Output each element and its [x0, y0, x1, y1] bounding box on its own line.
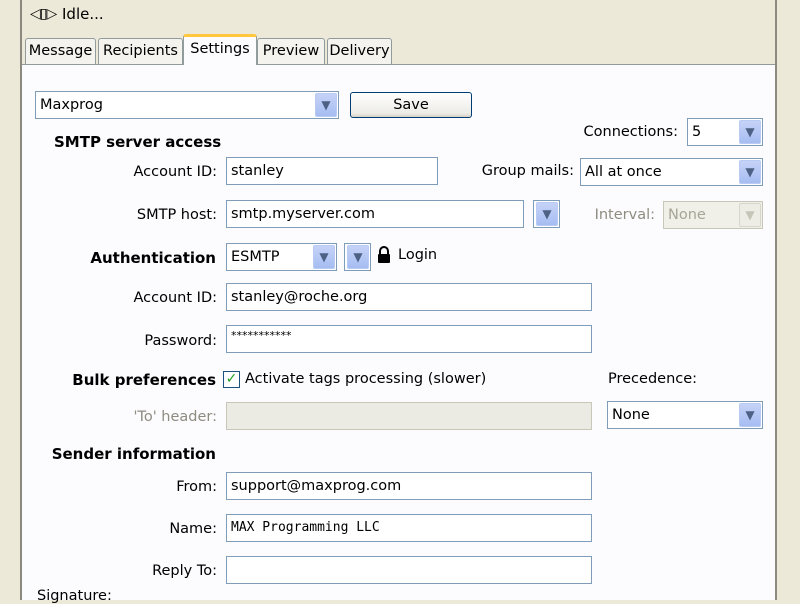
bulk-heading: Bulk preferences [72, 371, 216, 389]
plug-icon: ◁▯▷ [30, 6, 57, 22]
chevron-down-icon[interactable]: ▼ [739, 160, 761, 184]
status-bar [0, 0, 800, 30]
reply-to-field[interactable] [226, 556, 592, 584]
group-mails-label: Group mails: [481, 163, 574, 179]
precedence-label: Precedence: [608, 371, 698, 387]
tab-preview[interactable]: Preview [257, 38, 325, 64]
from-field[interactable]: support@maxprog.com [226, 472, 592, 500]
chevron-down-icon[interactable]: ▼ [347, 245, 369, 269]
interval-label: Interval: [594, 207, 655, 223]
activate-tags-label[interactable]: Activate tags processing (slower) [245, 371, 486, 387]
tab-settings[interactable]: Settings [183, 34, 257, 65]
chevron-down-icon[interactable]: ▼ [315, 93, 337, 117]
chevron-down-icon: ▼ [739, 203, 761, 227]
smtp-heading: SMTP server access [54, 133, 222, 151]
smtp-host-history-dropdown[interactable]: ▼ [533, 200, 560, 228]
lock-icon [378, 246, 390, 263]
sender-heading: Sender information [51, 445, 216, 463]
status-text: Idle... [62, 5, 104, 23]
chevron-down-icon[interactable]: ▼ [313, 245, 335, 269]
password-label: Password: [144, 333, 217, 349]
smtp-host-field[interactable]: smtp.myserver.com [226, 200, 524, 228]
auth-method-select[interactable]: ESMTP ▼ [226, 243, 337, 271]
profile-select[interactable]: Maxprog ▼ [35, 91, 339, 119]
window-edge-right [775, 0, 777, 600]
tab-delivery[interactable]: Delivery [327, 38, 392, 64]
connections-value: 5 [692, 124, 702, 140]
chevron-down-icon[interactable]: ▼ [739, 120, 761, 144]
auth-options-dropdown[interactable]: ▼ [344, 243, 371, 271]
group-mails-select[interactable]: All at once ▼ [580, 158, 763, 186]
name-field[interactable]: MAX Programming LLC [226, 514, 592, 542]
interval-value: None [668, 207, 706, 223]
signature-label: Signature: [37, 588, 112, 604]
activate-tags-checkbox[interactable]: ✓ [223, 371, 240, 388]
window-edge-left [20, 0, 22, 600]
chevron-down-icon[interactable]: ▼ [739, 403, 761, 427]
reply-to-label: Reply To: [152, 563, 217, 579]
precedence-value: None [612, 407, 650, 423]
login-label[interactable]: Login [398, 247, 437, 263]
save-button[interactable]: Save [350, 92, 472, 118]
tab-message[interactable]: Message [25, 38, 96, 64]
interval-select: None ▼ [663, 201, 763, 229]
group-mails-value: All at once [585, 164, 662, 180]
auth-account-label: Account ID: [133, 290, 217, 306]
smtp-host-label: SMTP host: [136, 207, 217, 223]
auth-account-field[interactable]: stanley@roche.org [226, 283, 592, 311]
to-header-label: 'To' header: [133, 409, 217, 425]
password-field[interactable]: *********** [226, 325, 592, 353]
precedence-select[interactable]: None ▼ [607, 401, 763, 429]
chevron-down-icon[interactable]: ▼ [536, 202, 558, 226]
profile-select-value: Maxprog [40, 97, 103, 113]
smtp-account-field[interactable]: stanley [226, 157, 438, 185]
connections-select[interactable]: 5 ▼ [687, 118, 763, 146]
to-header-field [226, 402, 592, 430]
name-label: Name: [169, 521, 217, 537]
window-frame-left [0, 0, 22, 600]
auth-heading: Authentication [90, 249, 216, 267]
tab-recipients[interactable]: Recipients [98, 38, 183, 64]
auth-method-value: ESMTP [231, 249, 280, 265]
from-label: From: [176, 479, 217, 495]
smtp-account-label: Account ID: [133, 164, 217, 180]
connections-label: Connections: [583, 124, 678, 140]
window-frame-right [775, 0, 800, 600]
